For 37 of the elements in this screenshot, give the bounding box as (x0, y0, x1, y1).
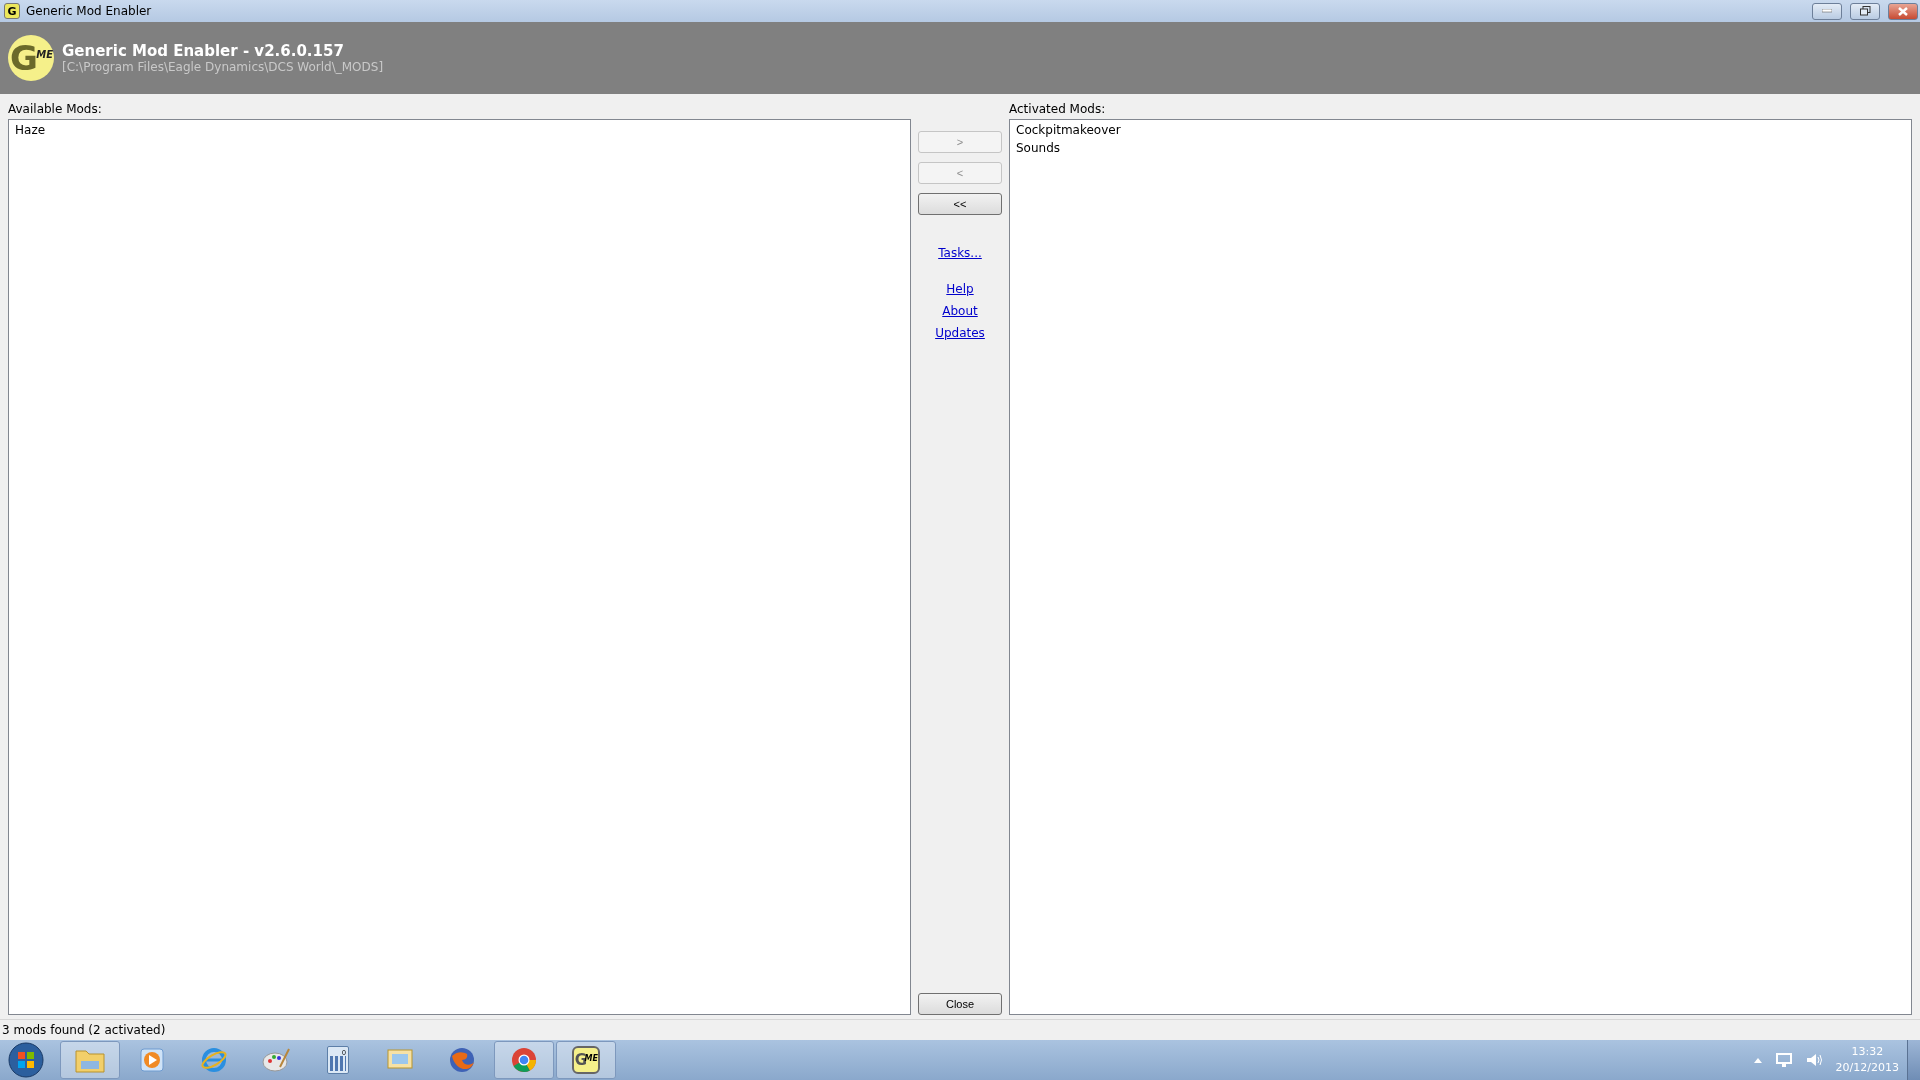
mod-item[interactable]: Haze (15, 123, 46, 137)
palette-icon (262, 1047, 290, 1073)
browser-icon (200, 1046, 228, 1074)
speaker-icon[interactable] (1805, 1053, 1822, 1067)
restore-button[interactable] (1850, 2, 1880, 20)
menu-link[interactable]: About (942, 304, 978, 318)
available-mods-list[interactable]: Haze (8, 119, 911, 1015)
play-icon (139, 1047, 165, 1073)
mod-item[interactable]: Cockpitmakeover (1016, 123, 1121, 137)
menu-link[interactable]: Tasks... (938, 246, 982, 260)
menu-link[interactable]: Updates (935, 326, 985, 340)
restore-icon (1859, 6, 1871, 16)
taskbar-button[interactable] (494, 1041, 554, 1079)
activated-mods-list[interactable]: Cockpitmakeover Sounds (1009, 119, 1912, 1015)
close-icon (1898, 6, 1908, 16)
available-mods-label: Available Mods: (8, 102, 103, 116)
status-text: 3 mods found (2 activated) (2, 1023, 166, 1037)
network-icon[interactable] (1775, 1053, 1792, 1067)
envelope-icon (386, 1048, 414, 1072)
chrome-icon (510, 1046, 538, 1074)
minimize-button[interactable] (1812, 2, 1842, 20)
mod-item[interactable]: Sounds (1016, 141, 1061, 155)
show-desktop-button[interactable] (1907, 1040, 1920, 1080)
taskbar-button[interactable] (60, 1041, 120, 1079)
activated-mods-label: Activated Mods: (1009, 102, 1107, 116)
globe-icon (448, 1046, 476, 1074)
app-icon: G (4, 3, 20, 19)
tray-expand-icon[interactable] (1753, 1057, 1762, 1063)
move-button[interactable]: << (918, 193, 1002, 215)
close-dialog-button[interactable]: Close (918, 993, 1002, 1015)
mods-path: [C:\Program Files\Eagle Dynamics\DCS World\_MODS] (62, 60, 384, 74)
window-title: Generic Mod Enabler (26, 4, 153, 18)
folder-icon (75, 1047, 105, 1073)
minimize-icon (1822, 9, 1832, 13)
close-button[interactable] (1888, 2, 1918, 20)
menu-link[interactable]: Help (946, 282, 974, 296)
app-title: Generic Mod Enabler - v2.6.0.157 (62, 42, 345, 60)
